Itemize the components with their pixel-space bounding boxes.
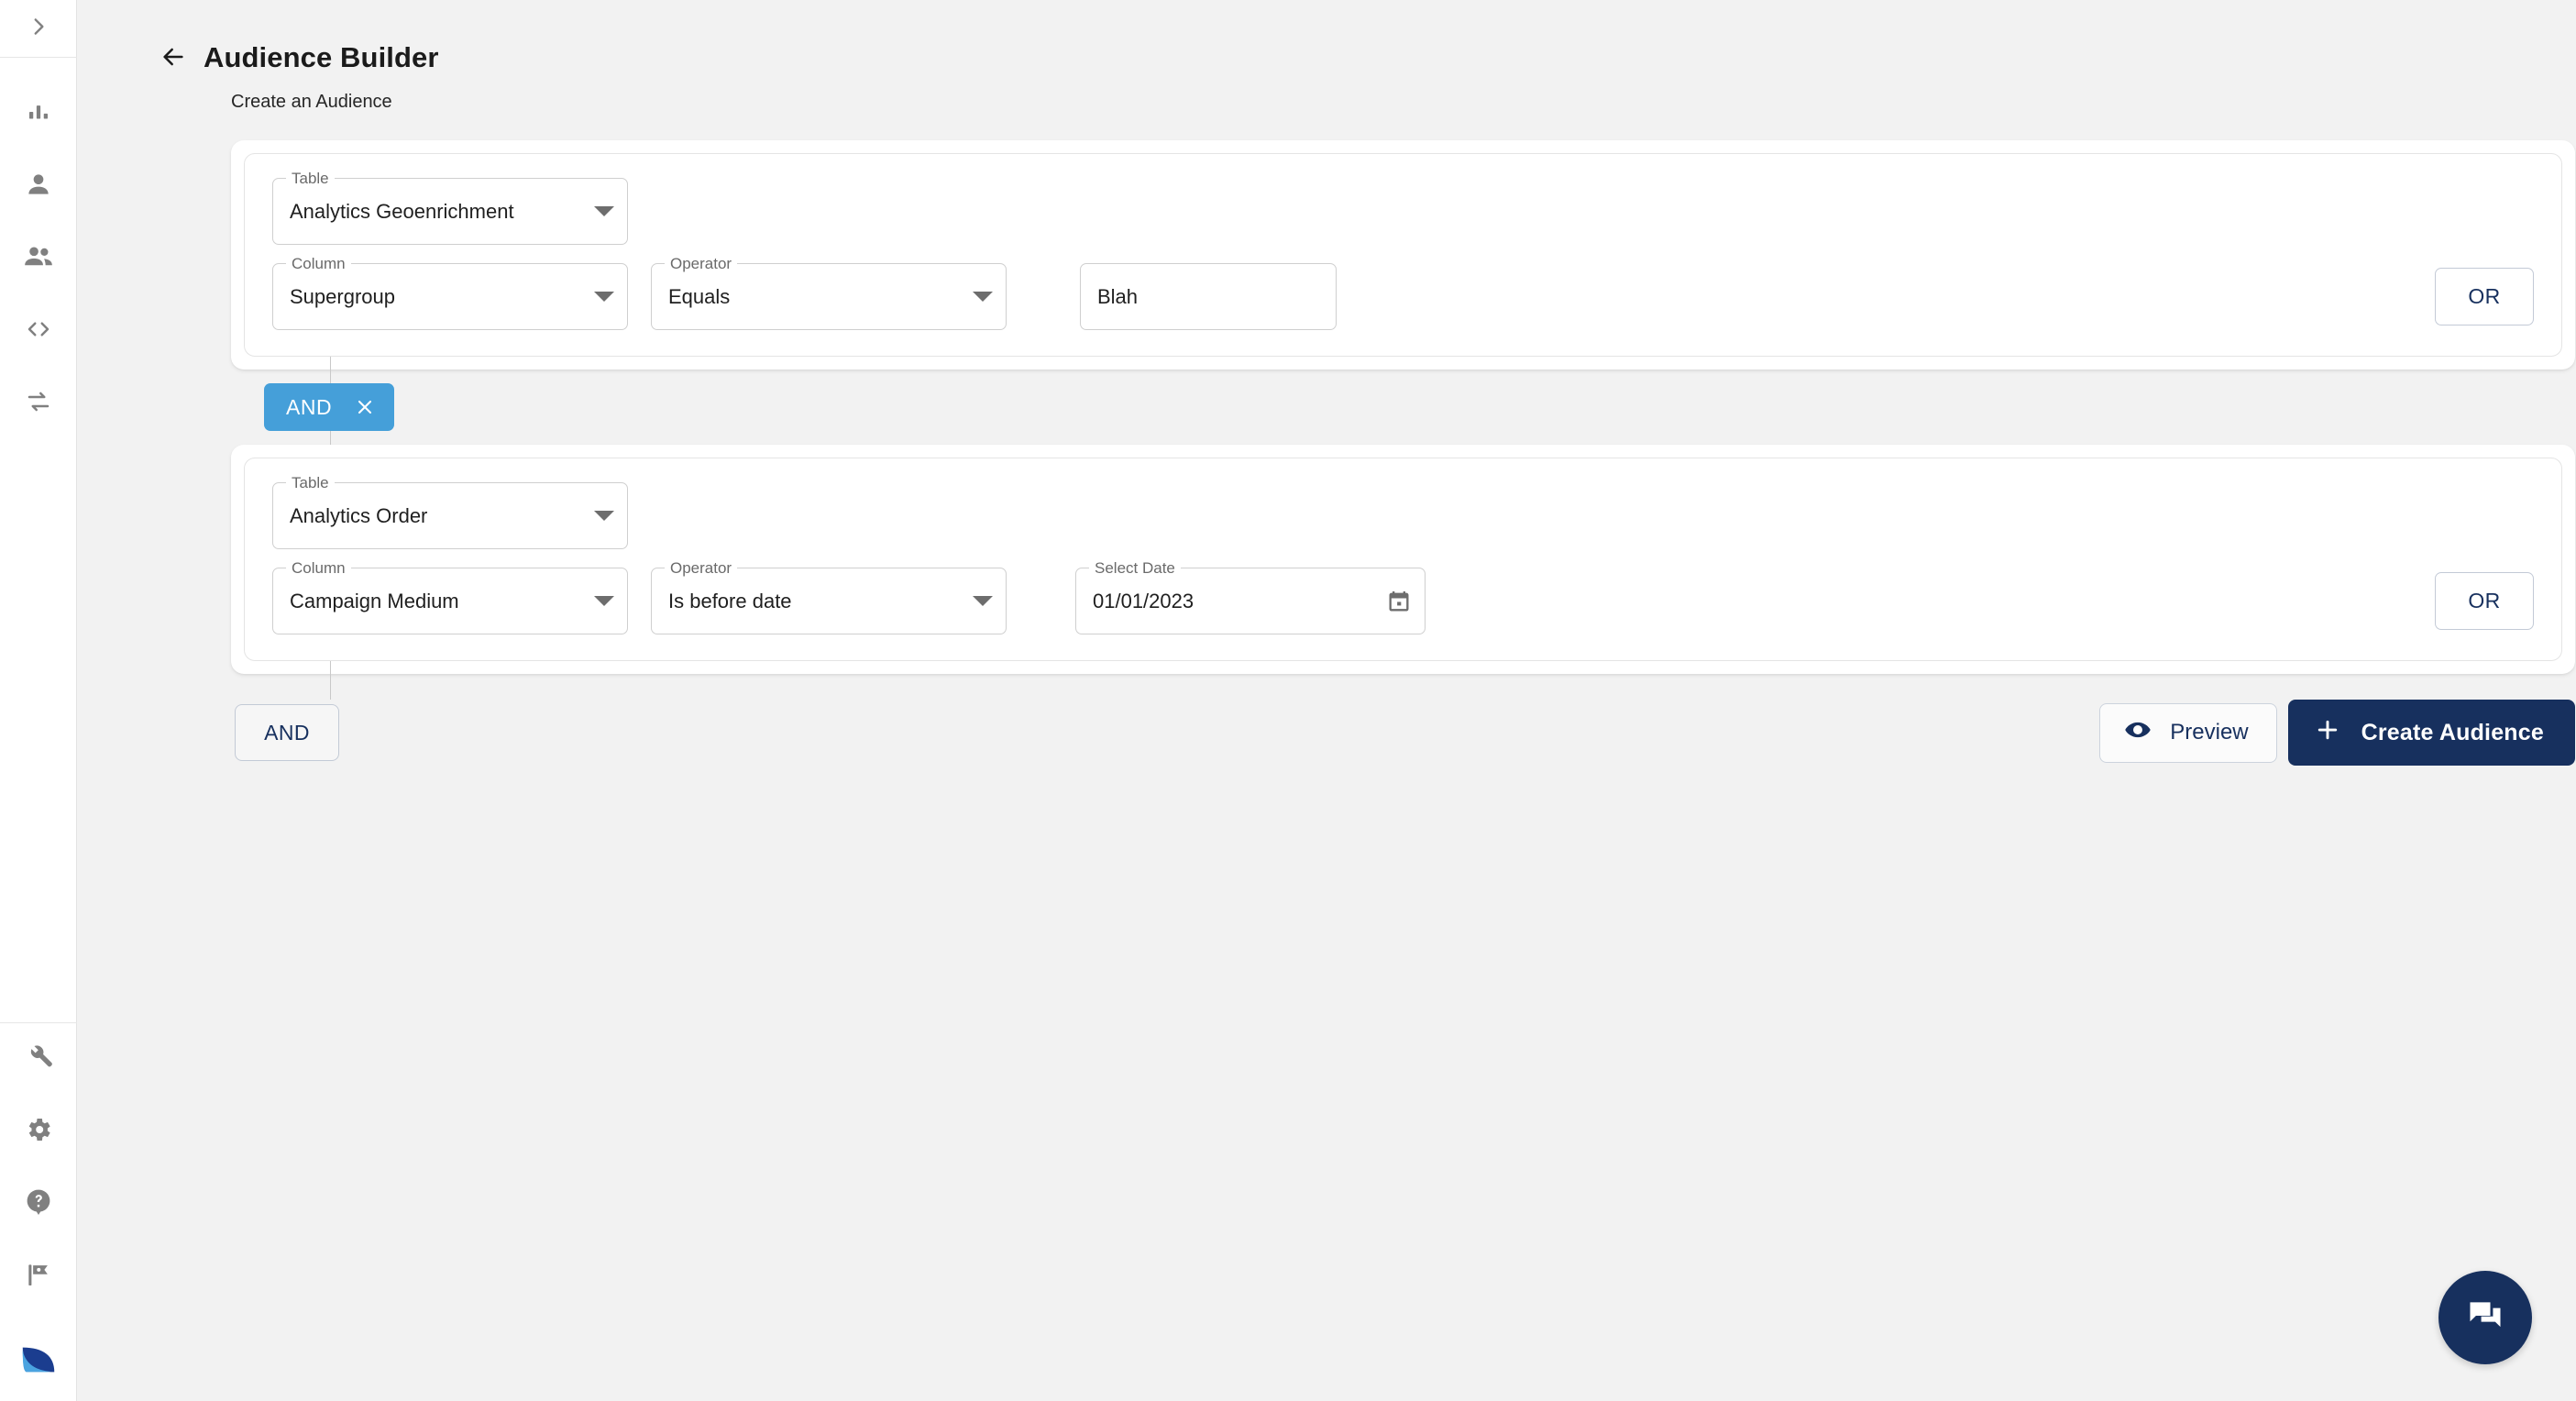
rule-1-value-text: Blah <box>1097 284 1139 308</box>
rule-1-operator-label: Operator <box>665 254 738 274</box>
chevron-down-icon <box>594 206 614 216</box>
chevron-down-icon <box>594 292 614 302</box>
sidebar-item-feature-flags[interactable] <box>0 1241 77 1313</box>
bar-chart-icon <box>25 98 52 130</box>
rule-2-or-button[interactable]: OR <box>2435 572 2534 630</box>
rule-2-table-field: Table Analytics Order <box>272 473 628 549</box>
calendar-icon[interactable] <box>1386 589 1412 614</box>
rule-2-row-table: Table Analytics Order <box>272 473 2534 549</box>
rule-card-2-wrapper: Table Analytics Order Column Campaign Me… <box>231 445 2575 674</box>
page-subtitle: Create an Audience <box>231 92 392 112</box>
rule-2-table-value: Analytics Order <box>290 503 428 527</box>
preview-button[interactable]: Preview <box>2099 702 2277 763</box>
rule-1-value-field: Blah <box>1080 263 1337 330</box>
rule-2-operator-label: Operator <box>665 558 738 579</box>
create-audience-button[interactable]: Create Audience <box>2287 700 2575 766</box>
rule-2-table-select[interactable]: Table Analytics Order <box>272 473 628 549</box>
builder-footer: AND Preview Create Audience <box>231 661 2575 766</box>
rule-card-2: Table Analytics Order Column Campaign Me… <box>231 445 2575 674</box>
page-content: Audience Builder Create an Audience Tabl… <box>77 0 2576 1401</box>
support-chat-button[interactable] <box>2438 1271 2532 1364</box>
rule-1-table-select[interactable]: Table Analytics Geoenrichment <box>272 169 628 245</box>
rule-1-table-field: Table Analytics Geoenrichment <box>272 169 628 245</box>
rule-2-row-condition: Column Campaign Medium Operator Is befor… <box>272 558 2534 634</box>
rule-card-2-inner: Table Analytics Order Column Campaign Me… <box>244 458 2562 661</box>
footer-actions: Preview Create Audience <box>2099 700 2575 766</box>
left-nav-rail <box>0 0 77 1401</box>
chevron-down-icon <box>594 511 614 521</box>
rule-card-1-wrapper: Table Analytics Geoenrichment Column Sup… <box>231 140 2575 370</box>
rule-1-value-input[interactable]: Blah <box>1080 263 1337 330</box>
rule-1-operator-field: Operator Equals <box>651 254 1007 330</box>
chevron-down-icon <box>973 596 993 606</box>
rule-2-operator-field: Operator Is before date <box>651 558 1007 634</box>
sidebar-item-analytics[interactable] <box>0 78 77 150</box>
arrow-left-icon <box>159 42 188 74</box>
rule-1-or-button[interactable]: OR <box>2435 268 2534 325</box>
group-connector-row: AND <box>231 357 2576 458</box>
chevron-right-icon <box>27 15 50 43</box>
page-header: Audience Builder <box>77 0 2576 77</box>
rule-2-date-input[interactable]: Select Date 01/01/2023 <box>1075 558 1426 634</box>
close-icon[interactable] <box>354 396 376 418</box>
rule-2-operator-select[interactable]: Operator Is before date <box>651 558 1007 634</box>
rule-1-row-table: Table Analytics Geoenrichment <box>272 169 2534 245</box>
back-button[interactable] <box>154 39 193 77</box>
sidebar-item-tools[interactable] <box>0 1023 77 1096</box>
rule-1-column-value: Supergroup <box>290 284 395 308</box>
rule-2-column-field: Column Campaign Medium <box>272 558 628 634</box>
rule-1-operator-select[interactable]: Operator Equals <box>651 254 1007 330</box>
rule-2-table-label: Table <box>286 473 335 493</box>
create-audience-button-label: Create Audience <box>2361 719 2544 745</box>
chevron-down-icon <box>594 596 614 606</box>
flag-icon <box>24 1260 53 1294</box>
sidebar-item-settings[interactable] <box>0 1096 77 1168</box>
preview-button-label: Preview <box>2170 720 2249 745</box>
chevron-down-icon <box>973 292 993 302</box>
app-logo[interactable] <box>0 1322 77 1401</box>
rail-secondary-nav <box>0 1023 77 1322</box>
help-circle-icon <box>24 1187 53 1221</box>
rule-1-row-condition: Column Supergroup Operator Equals Blah O… <box>272 254 2534 330</box>
sidebar-item-profile[interactable] <box>0 150 77 223</box>
plus-icon <box>2314 716 2341 750</box>
gear-icon <box>24 1115 53 1149</box>
people-icon <box>23 241 54 277</box>
rule-2-date-label: Select Date <box>1089 558 1181 579</box>
sidebar-expand-toggle[interactable] <box>0 0 77 57</box>
add-and-group-button[interactable]: AND <box>235 704 339 761</box>
rule-1-table-value: Analytics Geoenrichment <box>290 199 514 223</box>
rule-card-1-inner: Table Analytics Geoenrichment Column Sup… <box>244 153 2562 357</box>
rule-card-1: Table Analytics Geoenrichment Column Sup… <box>231 140 2575 370</box>
person-icon <box>24 170 53 204</box>
sidebar-item-audiences[interactable] <box>0 223 77 295</box>
rule-2-date-value: 01/01/2023 <box>1093 589 1194 612</box>
rule-2-column-select[interactable]: Column Campaign Medium <box>272 558 628 634</box>
sync-arrows-icon <box>25 388 52 420</box>
sidebar-item-help[interactable] <box>0 1168 77 1241</box>
group-and-label: AND <box>286 394 333 419</box>
rule-1-table-label: Table <box>286 169 335 189</box>
rule-2-operator-value: Is before date <box>668 589 792 612</box>
footer-connector-line <box>330 661 331 700</box>
sidebar-item-developer[interactable] <box>0 295 77 368</box>
leaf-logo-icon <box>17 1339 60 1385</box>
sidebar-item-integrations[interactable] <box>0 368 77 440</box>
rule-1-column-field: Column Supergroup <box>272 254 628 330</box>
rule-2-column-value: Campaign Medium <box>290 589 459 612</box>
group-and-chip[interactable]: AND <box>264 383 395 431</box>
code-icon <box>25 315 52 347</box>
audience-rule-builder: Table Analytics Geoenrichment Column Sup… <box>77 113 2576 766</box>
chat-bubbles-icon <box>2465 1296 2505 1340</box>
rule-2-column-label: Column <box>286 558 351 579</box>
rule-2-date-field: Select Date 01/01/2023 <box>1075 558 1426 634</box>
wrench-icon <box>24 1043 52 1076</box>
rule-1-operator-value: Equals <box>668 284 731 308</box>
eye-icon <box>2124 716 2152 750</box>
page-title: Audience Builder <box>204 41 439 73</box>
rail-primary-nav <box>0 58 77 440</box>
rule-1-column-label: Column <box>286 254 351 274</box>
rule-1-column-select[interactable]: Column Supergroup <box>272 254 628 330</box>
